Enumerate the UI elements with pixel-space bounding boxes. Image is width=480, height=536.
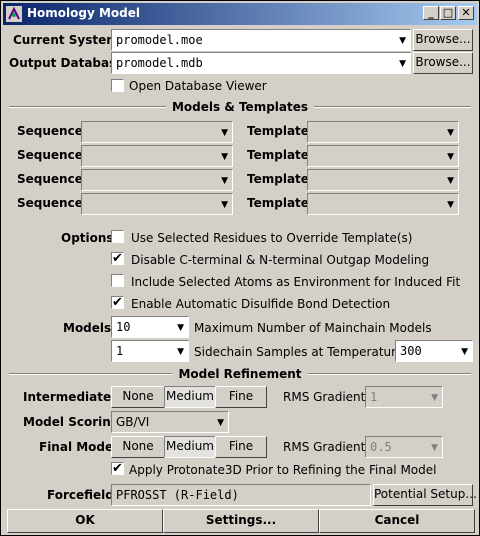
sequence-label: Sequence: (17, 172, 88, 186)
final-rms-label: RMS Gradient: (283, 440, 370, 454)
template-combo-2[interactable]: ▼ (307, 145, 459, 167)
final-fine-button[interactable]: Fine (215, 436, 267, 458)
template-combo-3[interactable]: ▼ (307, 169, 459, 191)
intermediates-fine-button[interactable]: Fine (215, 386, 267, 408)
chevron-down-icon: ▼ (177, 347, 184, 357)
model-scoring-combo[interactable]: GB/VI ▼ (111, 411, 229, 433)
intermediates-label: Intermediates: (23, 390, 124, 404)
maximize-button[interactable]: □ (440, 6, 456, 20)
current-system-combo[interactable]: promodel.moe ▼ (111, 29, 411, 51)
template-combo-4[interactable]: ▼ (307, 193, 459, 215)
app-icon (6, 6, 22, 22)
current-system-value: promodel.moe (116, 33, 203, 47)
final-none-button[interactable]: None (111, 436, 165, 458)
protonate-checkbox[interactable]: ✔ (111, 462, 124, 475)
homology-model-window: Homology Model _ □ ✕ Current System: pro… (0, 0, 480, 536)
chevron-down-icon: ▼ (399, 59, 406, 69)
sequence-combo-4[interactable]: ▼ (81, 193, 233, 215)
minimize-button[interactable]: _ (423, 6, 439, 20)
chevron-down-icon: ▼ (217, 418, 224, 428)
chevron-down-icon: ▼ (447, 200, 454, 210)
cancel-button[interactable]: Cancel (319, 509, 475, 533)
close-button[interactable]: ✕ (458, 6, 474, 20)
option-override-checkbox[interactable] (111, 230, 124, 243)
title-bar[interactable]: Homology Model _ □ ✕ (3, 3, 477, 25)
option-disulfide-checkbox[interactable]: ✔ (111, 296, 124, 309)
template-label: Template: (247, 148, 314, 162)
option-induced-fit-checkbox[interactable] (111, 274, 124, 287)
chevron-down-icon: ▼ (431, 393, 438, 403)
model-refinement-heading: Model Refinement (1, 367, 479, 381)
mainchain-models-combo[interactable]: 10 ▼ (111, 316, 189, 338)
settings-button[interactable]: Settings... (163, 509, 319, 533)
option-disulfide-label: Enable Automatic Disulfide Bond Detectio… (131, 297, 391, 311)
option-outgap-label: Disable C-terminal & N-terminal Outgap M… (131, 253, 430, 267)
mainchain-models-label: Maximum Number of Mainchain Models (194, 321, 432, 335)
forcefield-field: PFROSST (R-Field) (111, 484, 371, 506)
window-title: Homology Model (27, 6, 141, 20)
ok-button[interactable]: OK (7, 509, 163, 533)
current-system-label: Current System: (13, 33, 124, 47)
final-medium-button[interactable]: Medium (164, 436, 216, 458)
sequence-combo-2[interactable]: ▼ (81, 145, 233, 167)
browse-database-button[interactable]: Browse... (413, 52, 473, 74)
option-induced-fit-label: Include Selected Atoms as Environment fo… (131, 275, 461, 289)
model-scoring-label: Model Scoring: (23, 415, 125, 429)
sidechain-samples-label: Sidechain Samples at Temperature (194, 345, 404, 359)
chevron-down-icon: ▼ (447, 176, 454, 186)
chevron-down-icon: ▼ (461, 347, 468, 357)
option-override-label: Use Selected Residues to Override Templa… (131, 231, 413, 245)
temperature-combo[interactable]: 300 ▼ (395, 340, 473, 362)
option-outgap-checkbox[interactable]: ✔ (111, 252, 124, 265)
models-templates-heading: Models & Templates (1, 100, 479, 114)
chevron-down-icon: ▼ (399, 36, 406, 46)
template-label: Template: (247, 172, 314, 186)
chevron-down-icon: ▼ (221, 152, 228, 162)
output-database-combo[interactable]: promodel.mdb ▼ (111, 52, 411, 74)
final-model-label: Final Model: (39, 440, 123, 454)
protonate-label: Apply Protonate3D Prior to Refining the … (129, 463, 437, 477)
template-label: Template: (247, 124, 314, 138)
intermediates-medium-button[interactable]: Medium (164, 386, 216, 408)
sequence-label: Sequence: (17, 124, 88, 138)
options-label: Options: (61, 231, 119, 245)
sequence-combo-1[interactable]: ▼ (81, 121, 233, 143)
checkmark-icon: ✔ (112, 461, 123, 476)
template-label: Template: (247, 196, 314, 210)
chevron-down-icon: ▼ (221, 176, 228, 186)
sequence-combo-3[interactable]: ▼ (81, 169, 233, 191)
final-rms-combo[interactable]: 0.5 ▼ (365, 436, 443, 458)
chevron-down-icon: ▼ (177, 323, 184, 333)
chevron-down-icon: ▼ (447, 152, 454, 162)
sequence-label: Sequence: (17, 148, 88, 162)
chevron-down-icon: ▼ (221, 128, 228, 138)
potential-setup-button[interactable]: Potential Setup... (373, 484, 477, 506)
checkmark-icon: ✔ (112, 295, 123, 310)
sequence-label: Sequence: (17, 196, 88, 210)
checkmark-icon: ✔ (112, 251, 123, 266)
forcefield-label: Forcefield: (47, 488, 119, 502)
browse-system-button[interactable]: Browse... (413, 29, 473, 51)
open-viewer-checkbox[interactable] (111, 79, 124, 92)
output-database-value: promodel.mdb (116, 56, 203, 70)
models-label: Models: (63, 321, 116, 335)
intermediates-none-button[interactable]: None (111, 386, 165, 408)
intermediates-rms-combo[interactable]: 1 ▼ (365, 386, 443, 408)
chevron-down-icon: ▼ (221, 200, 228, 210)
chevron-down-icon: ▼ (431, 443, 438, 453)
open-viewer-label: Open Database Viewer (129, 79, 267, 93)
template-combo-1[interactable]: ▼ (307, 121, 459, 143)
intermediates-rms-label: RMS Gradient: (283, 390, 370, 404)
chevron-down-icon: ▼ (447, 128, 454, 138)
sidechain-samples-combo[interactable]: 1 ▼ (111, 340, 189, 362)
